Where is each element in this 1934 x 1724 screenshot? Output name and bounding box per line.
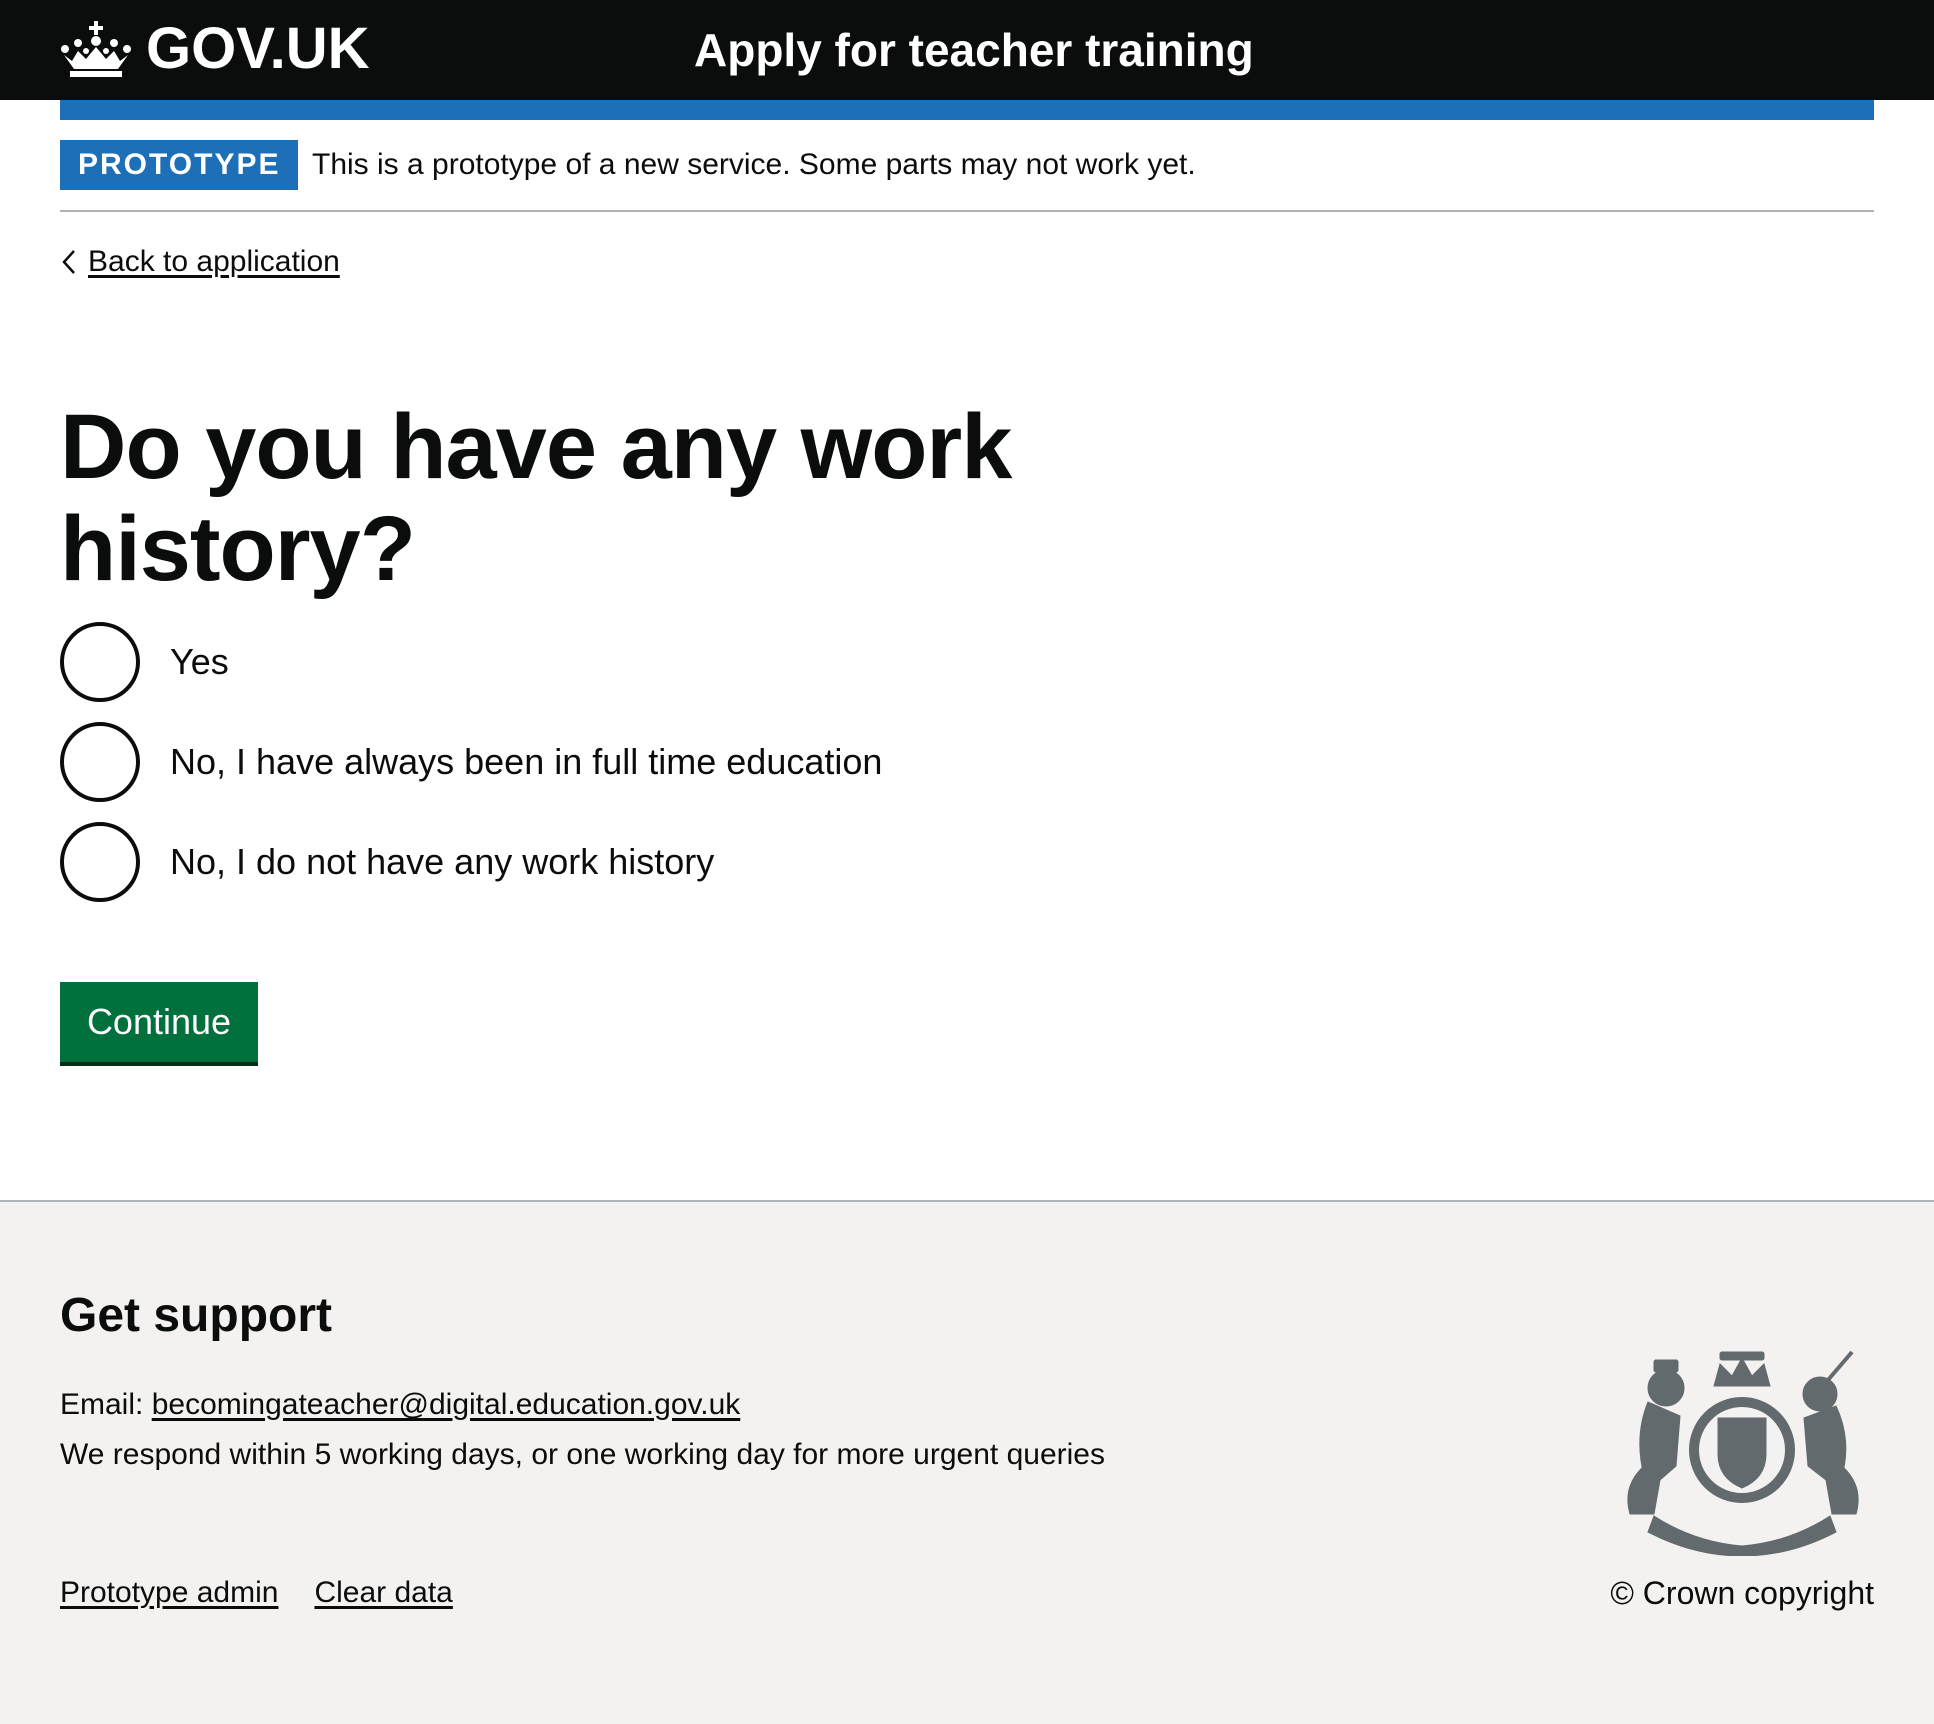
footer-heading: Get support <box>60 1289 332 1342</box>
back-link-label: Back to application <box>88 245 340 278</box>
site-footer: Get support Email: becomingateacher@digi… <box>0 1200 1934 1724</box>
radio-label[interactable]: Yes <box>170 640 229 684</box>
clear-data-link[interactable]: Clear data <box>314 1574 452 1612</box>
radio-button[interactable] <box>60 822 140 902</box>
continue-button[interactable]: Continue <box>60 982 258 1062</box>
back-link[interactable]: Back to application <box>60 240 340 284</box>
prototype-admin-link[interactable]: Prototype admin <box>60 1574 278 1612</box>
govuk-logotype: GOV.UK <box>146 16 370 81</box>
page-title: Do you have any work history? <box>60 396 1012 600</box>
radio-button[interactable] <box>60 722 140 802</box>
royal-coat-of-arms-icon <box>1627 1350 1859 1556</box>
crown-copyright: © Crown copyright <box>1610 1574 1874 1612</box>
phase-banner-text: This is a prototype of a new service. So… <box>312 148 1196 181</box>
crown-icon <box>61 21 131 77</box>
service-name-link[interactable]: Apply for teacher training <box>694 22 1254 78</box>
radio-option-full-time-education[interactable]: No, I have always been in full time educ… <box>60 722 882 802</box>
radio-option-yes[interactable]: Yes <box>60 622 882 702</box>
email-label: Email: <box>60 1388 144 1421</box>
footer-email-line: Email: becomingateacher@digital.educatio… <box>60 1386 740 1424</box>
header-accent-bar <box>60 100 1874 120</box>
footer-meta-links: Prototype admin Clear data <box>60 1574 453 1612</box>
chevron-left-icon <box>62 250 75 274</box>
radio-label[interactable]: No, I do not have any work history <box>170 840 714 884</box>
site-header: GOV.UK Apply for teacher training <box>0 0 1934 100</box>
radio-label[interactable]: No, I have always been in full time educ… <box>170 740 882 784</box>
crown-copyright-link[interactable]: © Crown copyright <box>1610 1575 1874 1611</box>
govuk-logo-link[interactable]: GOV.UK <box>60 18 369 80</box>
radio-button[interactable] <box>60 622 140 702</box>
work-history-radio-group: Yes No, I have always been in full time … <box>60 622 882 922</box>
phase-tag: PROTOTYPE <box>60 140 299 190</box>
response-time-text: We respond within 5 working days, or one… <box>60 1438 1105 1471</box>
support-email-link[interactable]: becomingateacher@digital.education.gov.u… <box>152 1388 741 1421</box>
phase-banner: PROTOTYPE This is a prototype of a new s… <box>60 120 1874 212</box>
radio-option-no-work-history[interactable]: No, I do not have any work history <box>60 822 882 902</box>
